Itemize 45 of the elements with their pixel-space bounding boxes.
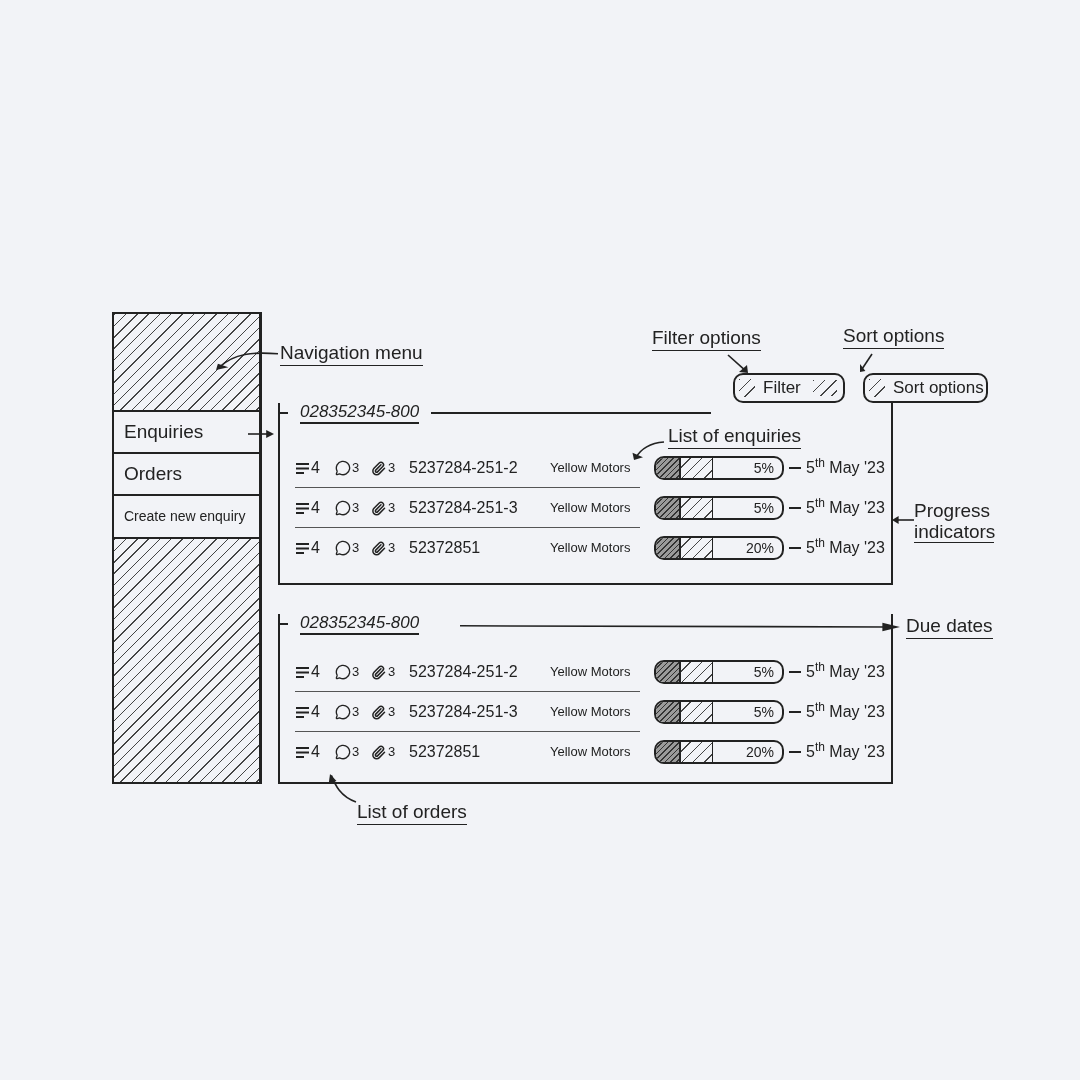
- lines-count: 4: [311, 458, 320, 478]
- annotation-label: Due dates: [906, 614, 993, 639]
- lines-count: 4: [311, 662, 320, 682]
- due-date: 5$^{th}$ May '23: [806, 740, 885, 762]
- list-title: 028352345-800: [300, 613, 420, 635]
- order-number: 5237284-251-3: [409, 498, 519, 518]
- lines-count: 4: [311, 538, 320, 558]
- lines-count: 4: [311, 498, 320, 518]
- attachments-count: 3: [388, 743, 396, 762]
- due-date: 5$^{th}$ May '23: [806, 536, 885, 558]
- attachments-count: 3: [388, 499, 396, 518]
- lines-count: 4: [311, 702, 320, 722]
- order-number: 52372851: [409, 538, 482, 558]
- attachments-count: 3: [388, 703, 396, 722]
- attachments-count: 3: [388, 663, 396, 682]
- annotation-label: List of orders: [357, 800, 467, 825]
- lines-count: 4: [311, 742, 320, 762]
- annotation-label: Navigation menu: [280, 341, 423, 366]
- company-name: Yellow Motors: [550, 703, 632, 722]
- due-date: 5$^{th}$ May '23: [806, 700, 885, 722]
- comments-count: 3: [352, 539, 360, 558]
- comments-count: 3: [352, 459, 360, 478]
- annotation-label: Filter options: [652, 326, 761, 351]
- comments-count: 3: [352, 743, 360, 762]
- company-name: Yellow Motors: [550, 663, 632, 682]
- annotation-label: Progress indicators: [914, 500, 994, 543]
- list-title: 028352345-800: [300, 402, 420, 424]
- attachments-count: 3: [388, 539, 396, 558]
- annotation-label: List of enquiries: [668, 424, 802, 449]
- order-number: 5237284-251-2: [409, 458, 519, 478]
- attachments-count: 3: [388, 459, 396, 478]
- comments-count: 3: [352, 499, 360, 518]
- order-number: 52372851: [409, 742, 482, 762]
- company-name: Yellow Motors: [550, 539, 632, 558]
- comments-count: 3: [352, 703, 360, 722]
- company-name: Yellow Motors: [550, 743, 632, 762]
- comments-count: 3: [352, 663, 360, 682]
- due-date: 5$^{th}$ May '23: [806, 456, 885, 478]
- order-number: 5237284-251-2: [409, 662, 519, 682]
- due-date: 5$^{th}$ May '23: [806, 660, 885, 682]
- company-name: Yellow Motors: [550, 459, 632, 478]
- company-name: Yellow Motors: [550, 499, 632, 518]
- annotation-label: Sort options: [843, 324, 945, 349]
- order-number: 5237284-251-3: [409, 702, 519, 722]
- due-date: 5$^{th}$ May '23: [806, 496, 885, 518]
